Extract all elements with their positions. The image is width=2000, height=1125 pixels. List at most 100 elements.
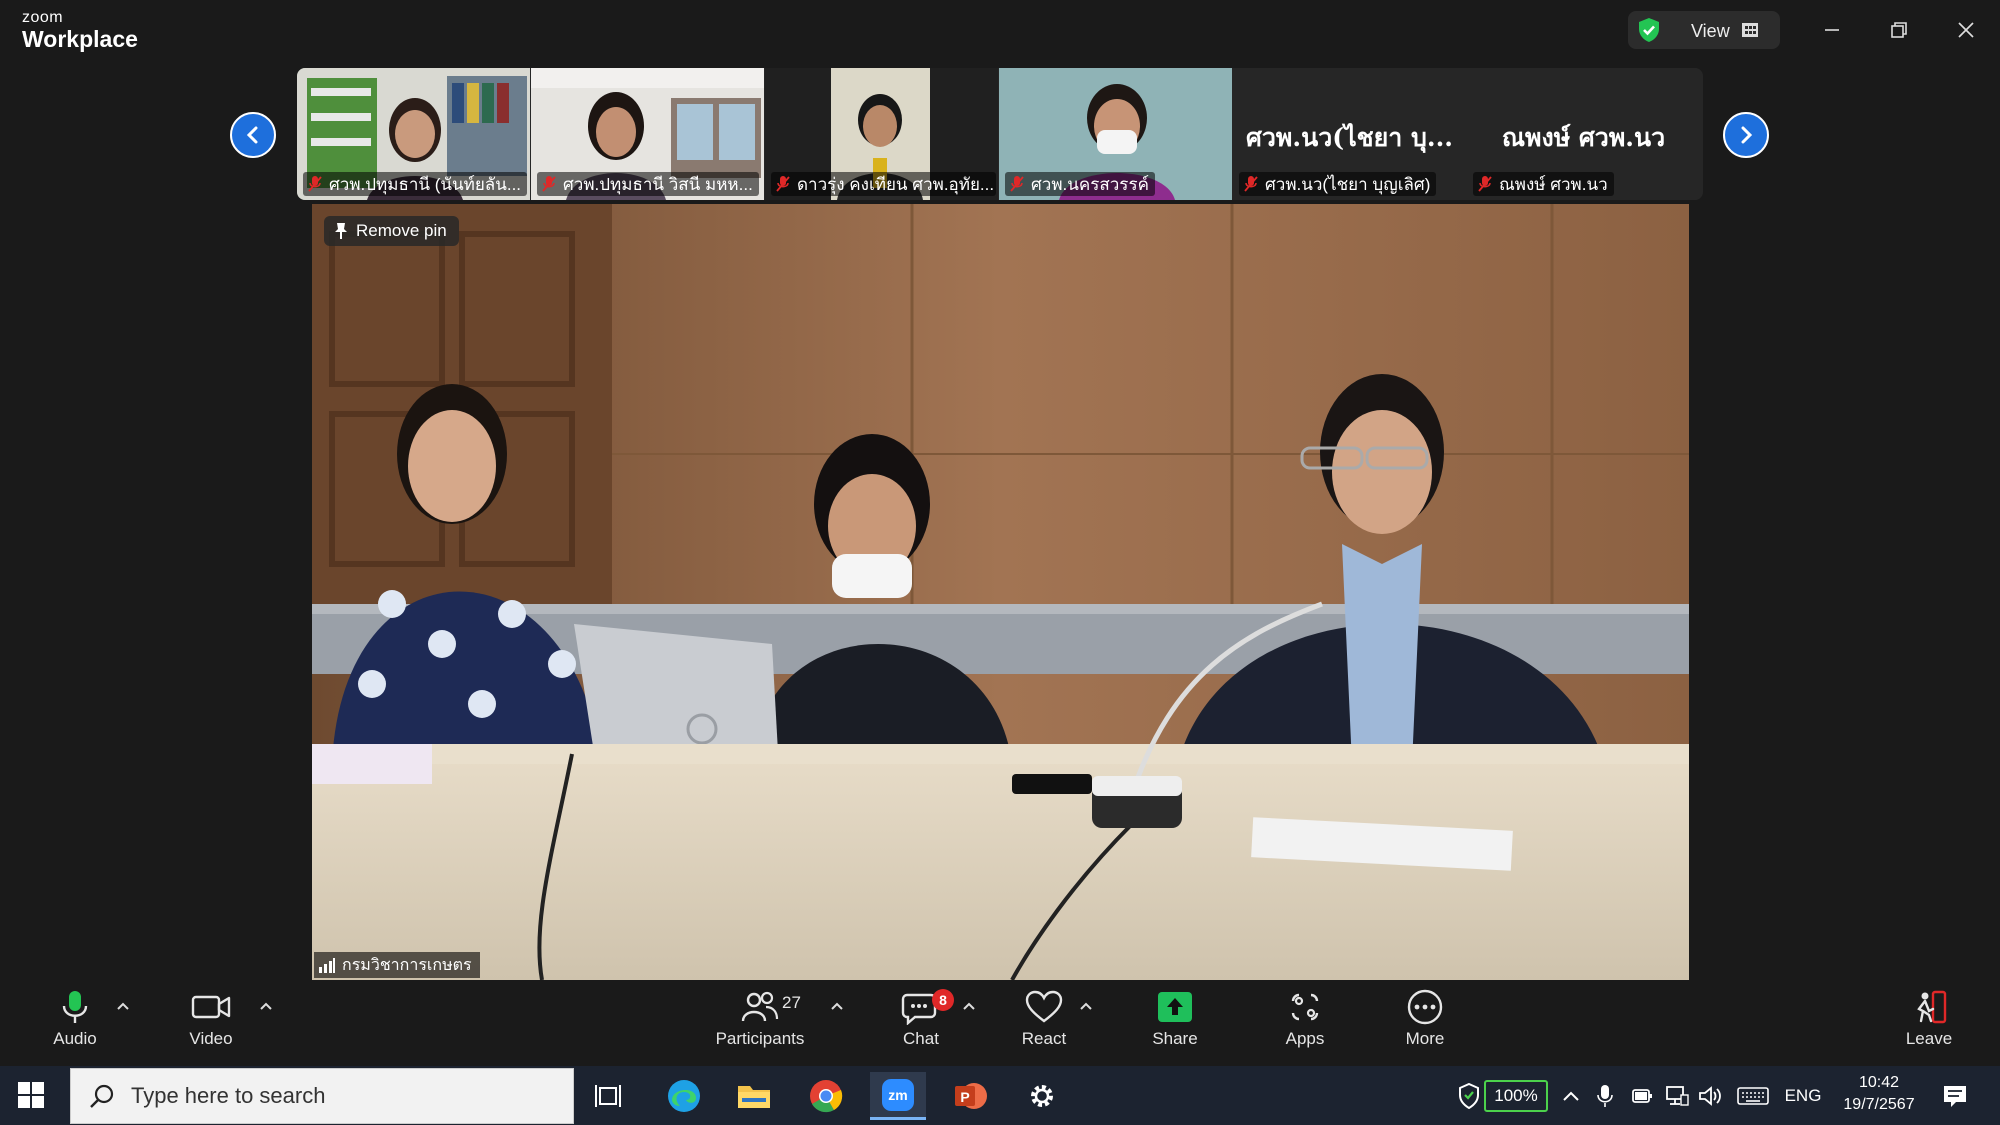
participant-tile[interactable]: ดาวรุ่ง คงเทียน ศวพ.อุทัย...: [765, 68, 998, 200]
battery-indicator[interactable]: 100%: [1484, 1080, 1548, 1112]
meeting-room-video: [312, 204, 1689, 980]
leave-meeting-icon: [1917, 990, 1947, 1024]
network-tray-button[interactable]: [1664, 1082, 1690, 1110]
mic-muted-icon: [1244, 176, 1258, 192]
chat-button[interactable]: 8 Chat: [876, 989, 966, 1063]
participants-icon: [741, 991, 779, 1022]
apps-button[interactable]: Apps: [1260, 989, 1350, 1063]
svg-text:zm: zm: [888, 1087, 907, 1103]
share-label: Share: [1152, 1029, 1198, 1048]
participant-name: ศวพ.นครสวรรค์: [1031, 174, 1149, 194]
file-explorer-taskbar-button[interactable]: [726, 1072, 782, 1120]
show-hidden-icons-button[interactable]: [1560, 1082, 1582, 1110]
svg-text:P: P: [960, 1089, 969, 1105]
participant-name: ดาวรุ่ง คงเทียน ศวพ.อุทัย...: [797, 174, 995, 194]
leave-label: Leave: [1905, 1029, 1953, 1048]
minimize-icon: [1825, 29, 1839, 31]
participant-name: ศวพ.นว(ไชยา บุญเลิศ): [1265, 174, 1431, 194]
notifications-button[interactable]: [1940, 1082, 1970, 1110]
view-button[interactable]: View: [1628, 11, 1780, 49]
participant-tile[interactable]: ศวพ.ปทุมธานี (นันท์ยลัน...: [297, 68, 530, 200]
task-view-button[interactable]: [580, 1072, 636, 1120]
participant-nameplate: ศวพ.ปทุมธานี (นันท์ยลัน...: [303, 172, 528, 196]
windows-start-icon[interactable]: [18, 1082, 44, 1108]
mic-muted-icon: [776, 176, 790, 192]
folder-icon: [738, 1086, 770, 1108]
apps-icon: [1291, 993, 1319, 1021]
clock-time: 10:42: [1858, 1074, 1900, 1091]
edge-taskbar-button[interactable]: [656, 1072, 712, 1120]
participant-display-name: ศวพ.นว(ไชยา บุ...: [1246, 123, 1453, 152]
video-button[interactable]: Video: [166, 989, 256, 1063]
video-options-caret-icon[interactable]: [259, 1001, 273, 1011]
participant-tile[interactable]: ศวพ.นว(ไชยา บุ... ศวพ.นว(ไชยา บุญเลิศ): [1233, 68, 1466, 200]
participants-button[interactable]: 27 Participants: [714, 989, 806, 1063]
chrome-taskbar-button[interactable]: [798, 1072, 854, 1120]
more-button[interactable]: More: [1380, 989, 1470, 1063]
battery-percent: 100%: [1494, 1086, 1538, 1105]
participant-nameplate: ศวพ.นครสวรรค์: [1005, 172, 1155, 196]
participant-tile[interactable]: ณพงษ์ ศวพ.นว ณพงษ์ ศวพ.นว: [1467, 68, 1700, 200]
chat-unread-badge: 8: [932, 989, 954, 1011]
chevron-left-icon: [246, 126, 258, 144]
react-button[interactable]: React: [999, 989, 1089, 1063]
settings-taskbar-button[interactable]: [1014, 1072, 1070, 1120]
participant-nameplate: ดาวรุ่ง คงเทียน ศวพ.อุทัย...: [771, 172, 996, 196]
audio-button[interactable]: Audio: [30, 989, 120, 1063]
brand-big: Workplace: [22, 26, 138, 52]
filmstrip-next-button[interactable]: [1723, 112, 1769, 158]
taskbar-search-input[interactable]: [131, 1083, 551, 1109]
mic-muted-icon: [1478, 176, 1492, 192]
volume-tray-button[interactable]: [1698, 1082, 1724, 1110]
react-options-caret-icon[interactable]: [1079, 1001, 1093, 1011]
more-options-icon: [1407, 989, 1443, 1025]
pinned-video[interactable]: Remove pin กรมวิชาการเกษตร: [312, 204, 1689, 980]
restore-button[interactable]: [1879, 14, 1919, 46]
chevron-up-icon: [1563, 1091, 1579, 1101]
view-label: View: [1691, 21, 1730, 41]
security-shield-icon: [1459, 1083, 1479, 1109]
close-button[interactable]: [1946, 14, 1986, 46]
remove-pin-label: Remove pin: [356, 221, 447, 240]
input-language-button[interactable]: ENG: [1782, 1082, 1824, 1110]
remove-pin-button[interactable]: Remove pin: [324, 216, 459, 246]
participants-options-caret-icon[interactable]: [830, 1001, 844, 1011]
chevron-right-icon: [1741, 126, 1753, 144]
participants-count: 27: [782, 993, 801, 1012]
zoom-app-icon: zm: [882, 1078, 914, 1111]
taskbar-clock[interactable]: 10:42 19/7/2567: [1834, 1072, 1924, 1116]
taskbar-search-box[interactable]: [70, 1068, 574, 1124]
zoom-window: zoom Workplace View ศวพ.ปทุมธานี (นันท์ย…: [0, 0, 2000, 1125]
powerpoint-icon: P: [955, 1083, 987, 1109]
meeting-controls-toolbar: Audio Video 27 Participants 8 Chat React…: [0, 981, 2000, 1066]
filmstrip-prev-button[interactable]: [230, 112, 276, 158]
participant-tile[interactable]: ศวพ.นครสวรรค์: [999, 68, 1232, 200]
power-plug-icon: [1632, 1089, 1652, 1103]
participant-nameplate: ศวพ.นว(ไชยา บุญเลิศ): [1239, 172, 1437, 196]
mic-muted-icon: [542, 176, 556, 192]
apps-label: Apps: [1285, 1029, 1325, 1048]
microphone-tray-button[interactable]: [1594, 1082, 1616, 1110]
input-language-label: ENG: [1784, 1086, 1822, 1105]
power-tray-button[interactable]: [1628, 1082, 1654, 1110]
touch-keyboard-button[interactable]: [1736, 1082, 1770, 1110]
encryption-shield-icon: [1639, 18, 1659, 42]
close-icon: [1958, 22, 1974, 38]
zoom-taskbar-button[interactable]: zm: [870, 1072, 926, 1120]
chat-options-caret-icon[interactable]: [962, 1001, 976, 1011]
security-tray-button[interactable]: [1456, 1082, 1482, 1110]
leave-button[interactable]: Leave: [1884, 989, 1974, 1063]
audio-options-caret-icon[interactable]: [116, 1001, 130, 1011]
mic-muted-icon: [1010, 176, 1024, 192]
audio-label: Audio: [53, 1029, 97, 1048]
participant-nameplate: ศวพ.ปทุมธานี วิสนี มหห...: [537, 172, 759, 196]
minimize-button[interactable]: [1812, 14, 1852, 46]
share-button[interactable]: Share: [1130, 989, 1220, 1063]
speaker-volume-icon: [1699, 1086, 1721, 1106]
zoom-logo: zoom Workplace: [22, 10, 138, 51]
powerpoint-taskbar-button[interactable]: P: [942, 1072, 998, 1120]
notification-center-icon: [1944, 1086, 1966, 1107]
participant-name: ศวพ.ปทุมธานี วิสนี มหห...: [563, 174, 753, 194]
participants-label: Participants: [715, 1029, 805, 1048]
participant-tile[interactable]: ศวพ.ปทุมธานี วิสนี มหห...: [531, 68, 764, 200]
